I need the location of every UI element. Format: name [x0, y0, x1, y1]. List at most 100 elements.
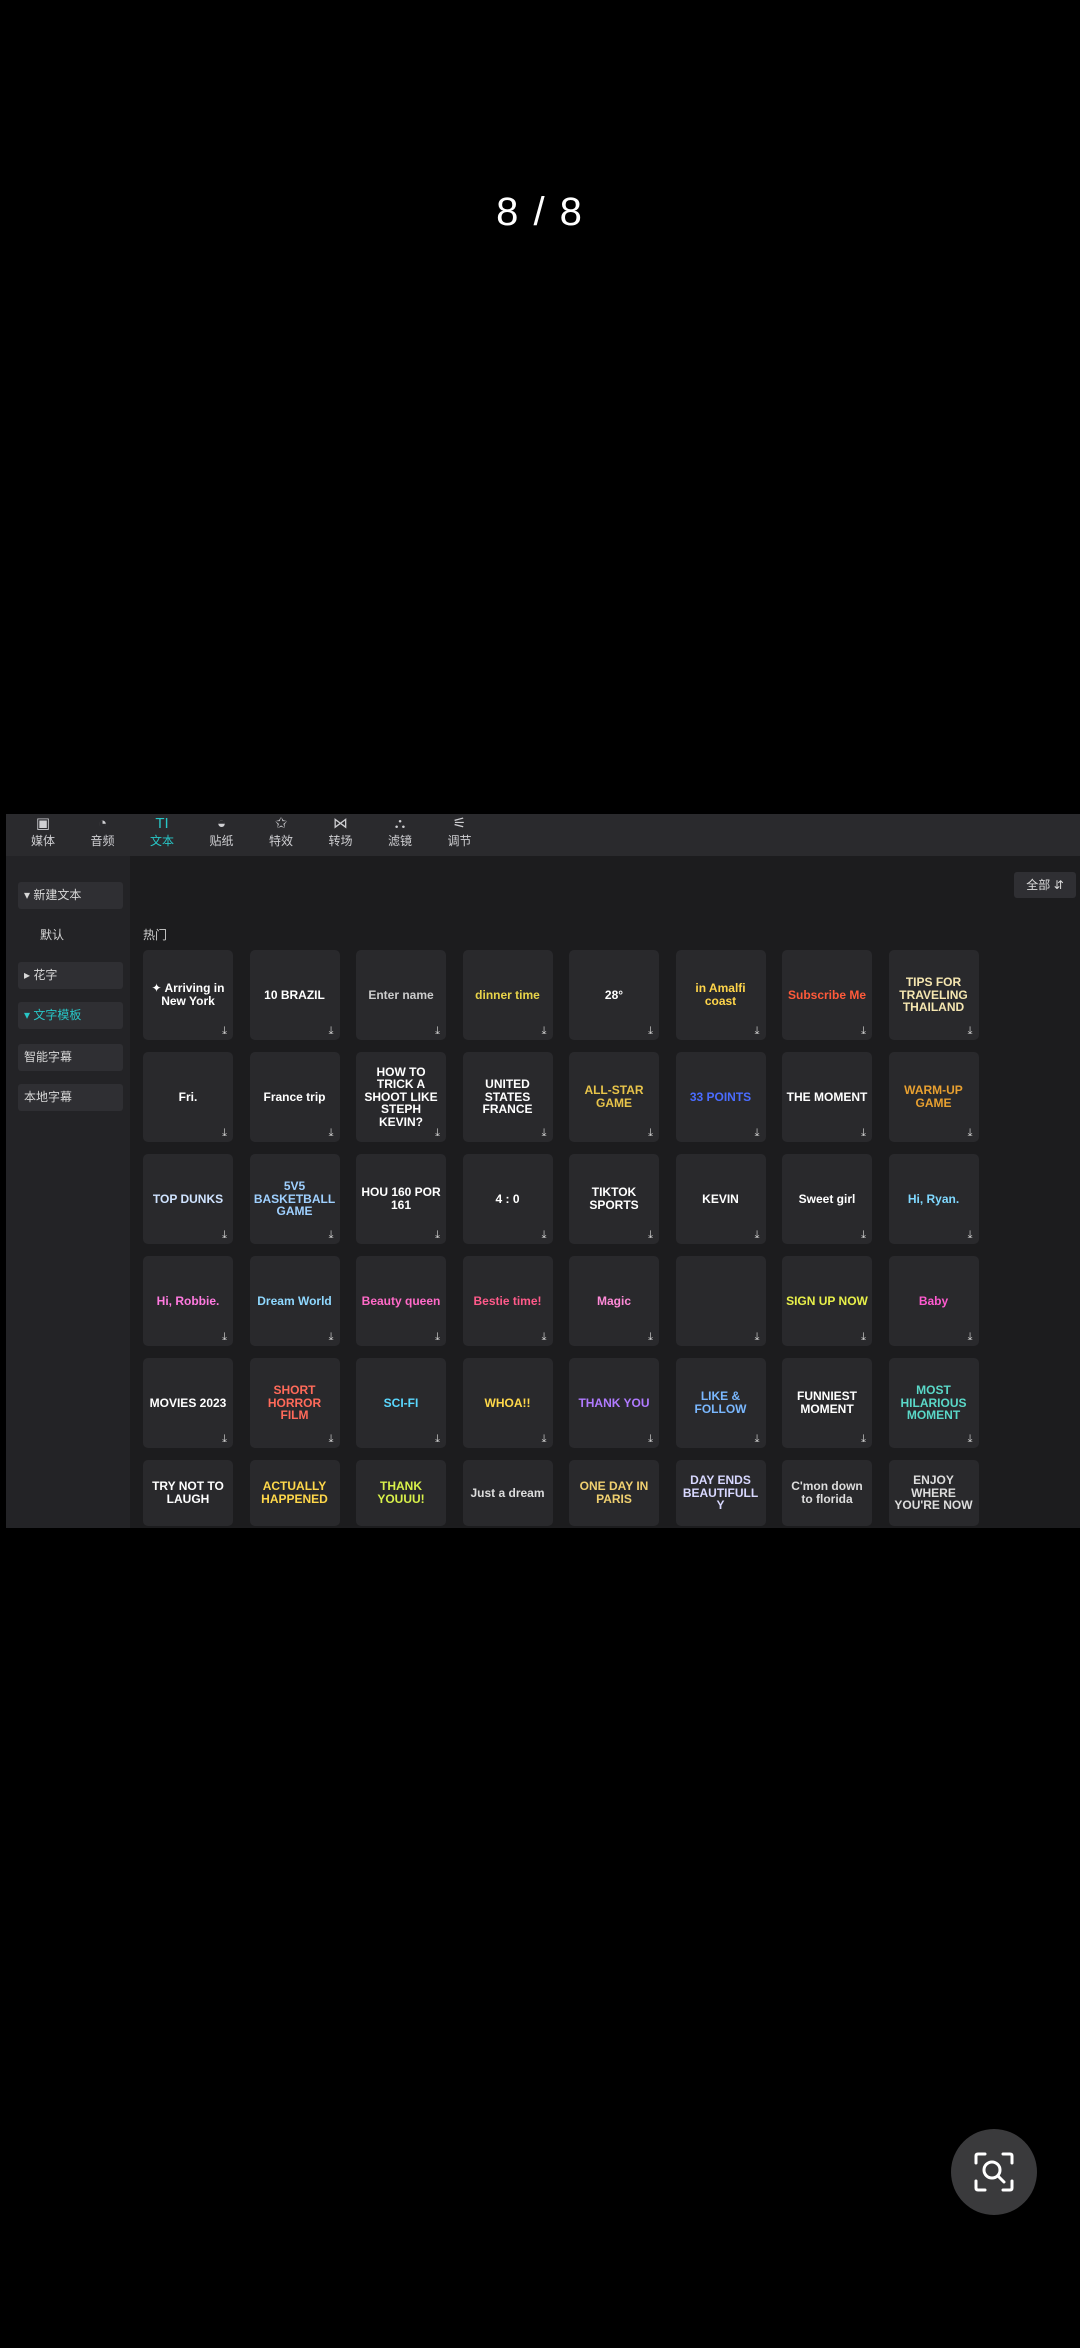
template-card[interactable]: ENJOY WHERE YOU'RE NOW — [888, 1460, 979, 1526]
download-icon[interactable]: ⤓ — [755, 1229, 760, 1241]
template-card[interactable]: 5V5 BASKETBALL GAME ⤓ — [249, 1154, 340, 1244]
template-card[interactable]: Subscribe Me ⤓ — [782, 950, 872, 1040]
template-card[interactable]: 33 POINTS ⤓ — [675, 1052, 766, 1142]
template-card[interactable]: MOVIES 2023 ⤓ — [143, 1358, 233, 1448]
template-card[interactable]: Bestie time! ⤓ — [462, 1256, 553, 1346]
sidebar-item[interactable]: 默认 — [18, 922, 123, 949]
template-card[interactable]: Sweet girl ⤓ — [782, 1154, 872, 1244]
template-card[interactable]: WHOA!! ⤓ — [462, 1358, 553, 1448]
download-icon[interactable]: ⤓ — [755, 1331, 760, 1343]
filter-all-button[interactable]: 全部 ⇵ — [1014, 872, 1076, 898]
template-card[interactable]: Enter name ⤓ — [356, 950, 446, 1040]
download-icon[interactable]: ⤓ — [648, 1433, 653, 1445]
download-icon[interactable]: ⤓ — [755, 1025, 760, 1037]
download-icon[interactable]: ⤓ — [968, 1127, 973, 1139]
template-card[interactable]: Hi, Ryan. ⤓ — [888, 1154, 979, 1244]
template-card[interactable]: TOP DUNKS ⤓ — [143, 1154, 233, 1244]
download-icon[interactable]: ⤓ — [329, 1229, 334, 1241]
tab-filter[interactable]: ⛬ 滤镜 — [375, 815, 425, 855]
template-card[interactable]: THANK YOUUU! — [356, 1460, 446, 1526]
download-icon[interactable]: ⤓ — [861, 1433, 866, 1445]
template-card[interactable]: ONE DAY IN PARIS — [569, 1460, 659, 1526]
tab-audio[interactable]: ◔ 音频 — [78, 815, 128, 855]
template-card[interactable]: SCI-FI ⤓ — [356, 1358, 446, 1448]
download-icon[interactable]: ⤓ — [222, 1127, 227, 1139]
download-icon[interactable]: ⤓ — [648, 1331, 653, 1343]
download-icon[interactable]: ⤓ — [435, 1331, 440, 1343]
template-card[interactable]: DAY ENDS BEAUTIFULLY — [675, 1460, 766, 1526]
download-icon[interactable]: ⤓ — [755, 1127, 760, 1139]
template-card[interactable]: SHORT HORROR FILM ⤓ — [249, 1358, 340, 1448]
tab-media[interactable]: ▣ 媒体 — [18, 815, 68, 855]
download-icon[interactable]: ⤓ — [542, 1127, 547, 1139]
tab-effects[interactable]: ✩ 特效 — [256, 815, 306, 855]
template-card[interactable]: FUNNIEST MOMENT ⤓ — [782, 1358, 872, 1448]
template-card[interactable]: France trip ⤓ — [249, 1052, 340, 1142]
download-icon[interactable]: ⤓ — [861, 1127, 866, 1139]
download-icon[interactable]: ⤓ — [329, 1433, 334, 1445]
download-icon[interactable]: ⤓ — [648, 1127, 653, 1139]
download-icon[interactable]: ⤓ — [861, 1331, 866, 1343]
download-icon[interactable]: ⤓ — [222, 1331, 227, 1343]
download-icon[interactable]: ⤓ — [542, 1433, 547, 1445]
template-card[interactable]: THANK YOU ⤓ — [569, 1358, 659, 1448]
template-card[interactable]: ACTUALLY HAPPENED — [249, 1460, 340, 1526]
template-card[interactable]: LIKE & FOLLOW ⤓ — [675, 1358, 766, 1448]
download-icon[interactable]: ⤓ — [755, 1433, 760, 1445]
download-icon[interactable]: ⤓ — [648, 1025, 653, 1037]
download-icon[interactable]: ⤓ — [435, 1025, 440, 1037]
template-card[interactable]: THE MOMENT ⤓ — [782, 1052, 872, 1142]
download-icon[interactable]: ⤓ — [222, 1229, 227, 1241]
download-icon[interactable]: ⤓ — [968, 1331, 973, 1343]
template-card[interactable]: Just a dream — [462, 1460, 553, 1526]
download-icon[interactable]: ⤓ — [222, 1433, 227, 1445]
download-icon[interactable]: ⤓ — [861, 1229, 866, 1241]
download-icon[interactable]: ⤓ — [968, 1025, 973, 1037]
template-card[interactable]: KEVIN ⤓ — [675, 1154, 766, 1244]
template-card[interactable]: HOU 160 POR 161 ⤓ — [356, 1154, 446, 1244]
template-card[interactable]: Dream World ⤓ — [249, 1256, 340, 1346]
download-icon[interactable]: ⤓ — [329, 1331, 334, 1343]
tab-text[interactable]: TI 文本 — [137, 815, 187, 855]
tab-transition[interactable]: ⋈ 转场 — [316, 815, 366, 855]
download-icon[interactable]: ⤓ — [435, 1433, 440, 1445]
tab-sticker[interactable]: ◒ 贴纸 — [197, 815, 247, 855]
sidebar-item[interactable]: 本地字幕 — [18, 1084, 123, 1111]
sidebar-item[interactable]: ▾ 文字模板 — [18, 1002, 123, 1029]
tab-adjust[interactable]: ⚟ 调节 — [435, 815, 485, 855]
download-icon[interactable]: ⤓ — [648, 1229, 653, 1241]
template-card[interactable]: HOW TO TRICK A SHOOT LIKE STEPH KEVIN? ⤓ — [356, 1052, 446, 1142]
sidebar-item[interactable]: ▸ 花字 — [18, 962, 123, 989]
template-card[interactable]: in Amalfi coast ⤓ — [675, 950, 766, 1040]
template-card[interactable]: WARM-UP GAME ⤓ — [888, 1052, 979, 1142]
download-icon[interactable]: ⤓ — [329, 1025, 334, 1037]
template-card[interactable]: Magic ⤓ — [569, 1256, 659, 1346]
visual-search-button[interactable] — [951, 2129, 1037, 2215]
download-icon[interactable]: ⤓ — [542, 1229, 547, 1241]
template-card[interactable]: UNITED STATES FRANCE ⤓ — [462, 1052, 553, 1142]
template-card[interactable]: TIKTOK SPORTS ⤓ — [569, 1154, 659, 1244]
template-card[interactable]: 28° ⤓ — [569, 950, 659, 1040]
template-card[interactable]: 10 BRAZIL ⤓ — [249, 950, 340, 1040]
template-card[interactable]: ⤓ — [675, 1256, 766, 1346]
template-card[interactable]: C'mon down to florida — [782, 1460, 872, 1526]
template-card[interactable]: SIGN UP NOW ⤓ — [782, 1256, 872, 1346]
template-card[interactable]: ✦ Arriving in New York ⤓ — [143, 950, 233, 1040]
template-card[interactable]: Fri. ⤓ — [143, 1052, 233, 1142]
template-card[interactable]: MOST HILARIOUS MOMENT ⤓ — [888, 1358, 979, 1448]
template-card[interactable]: Hi, Robbie. ⤓ — [143, 1256, 233, 1346]
template-card[interactable]: TIPS FOR TRAVELING THAILAND ⤓ — [888, 950, 979, 1040]
download-icon[interactable]: ⤓ — [968, 1229, 973, 1241]
template-card[interactable]: 4 : 0 ⤓ — [462, 1154, 553, 1244]
download-icon[interactable]: ⤓ — [329, 1127, 334, 1139]
template-card[interactable]: Beauty queen ⤓ — [356, 1256, 446, 1346]
download-icon[interactable]: ⤓ — [435, 1229, 440, 1241]
template-card[interactable]: ALL-STAR GAME ⤓ — [569, 1052, 659, 1142]
download-icon[interactable]: ⤓ — [542, 1331, 547, 1343]
sidebar-item[interactable]: 智能字幕 — [18, 1044, 123, 1071]
download-icon[interactable]: ⤓ — [435, 1127, 440, 1139]
template-card[interactable]: TRY NOT TO LAUGH — [143, 1460, 233, 1526]
template-card[interactable]: dinner time ⤓ — [462, 950, 553, 1040]
download-icon[interactable]: ⤓ — [968, 1433, 973, 1445]
sidebar-item[interactable]: ▾ 新建文本 — [18, 882, 123, 909]
